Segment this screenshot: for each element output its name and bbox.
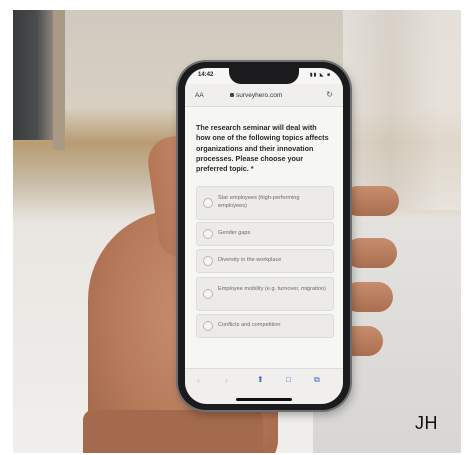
option-diversity[interactable]: Diversity in the workplace <box>196 249 334 273</box>
option-label: Conflicts and competition <box>218 322 281 328</box>
forward-icon[interactable]: › <box>225 375 228 385</box>
curtain <box>343 10 461 210</box>
smartphone: 14:42 ▮▮ ◣ ■ AA surveyhero.com ↻ The res… <box>178 62 350 410</box>
radio-button[interactable] <box>203 256 213 266</box>
option-conflicts[interactable]: Conflicts and competition <box>196 314 334 338</box>
photographer-watermark: JH <box>415 413 438 433</box>
tabs-icon[interactable]: ⧉ <box>314 375 320 385</box>
share-icon[interactable]: ⬆ <box>257 375 264 384</box>
wrist <box>83 410 263 453</box>
phone-screen: 14:42 ▮▮ ◣ ■ AA surveyhero.com ↻ The res… <box>185 68 343 404</box>
option-employee-mobility[interactable]: Employee mobility (e.g. turnover, migrat… <box>196 277 334 311</box>
option-label: Employee mobility (e.g. turnover, migrat… <box>218 286 326 292</box>
home-indicator <box>236 398 292 401</box>
option-label: Diversity in the workplace <box>218 257 282 263</box>
signal-battery-icon: ▮▮ ◣ ■ <box>309 72 331 78</box>
lock-icon <box>230 93 234 97</box>
option-star-employees[interactable]: Star employees (high-performing employee… <box>196 186 334 220</box>
reader-settings-button[interactable]: AA <box>195 92 204 99</box>
url-field[interactable]: surveyhero.com <box>230 92 282 99</box>
survey-question: The research seminar will deal with how … <box>196 123 329 174</box>
address-bar[interactable]: AA surveyhero.com ↻ <box>185 84 343 107</box>
option-gender-gaps[interactable]: Gender gaps <box>196 222 334 246</box>
phone-notch <box>229 68 299 84</box>
option-label: Star employees (high-performing employee… <box>218 195 300 209</box>
finger <box>345 238 397 268</box>
bookshelf <box>13 10 53 140</box>
finger <box>343 186 399 216</box>
reload-icon[interactable]: ↻ <box>326 90 333 99</box>
radio-button[interactable] <box>203 321 213 331</box>
radio-button[interactable] <box>203 289 213 299</box>
radio-button[interactable] <box>203 229 213 239</box>
url-text: surveyhero.com <box>236 92 283 99</box>
finger <box>343 282 393 312</box>
radio-button[interactable] <box>203 198 213 208</box>
status-time: 14:42 <box>198 72 214 78</box>
option-label: Gender gaps <box>218 230 251 236</box>
shelf-edge <box>53 10 65 150</box>
bookmarks-icon[interactable]: □ <box>286 375 291 384</box>
back-icon[interactable]: ‹ <box>197 375 200 385</box>
